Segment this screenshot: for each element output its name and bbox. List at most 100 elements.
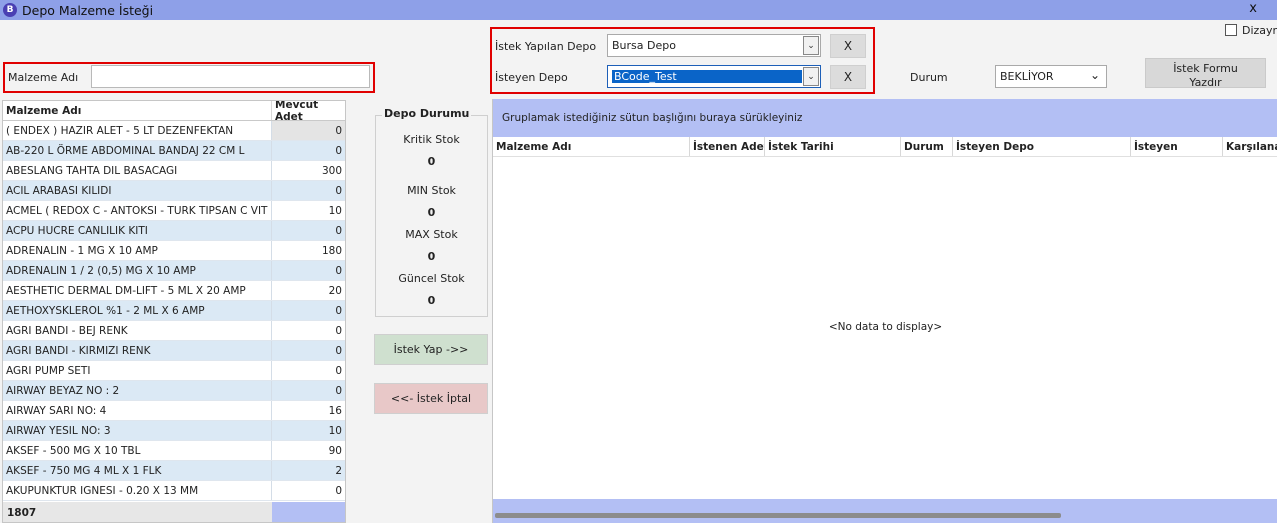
mevcut-adet-cell: 0 (335, 484, 342, 497)
table-row[interactable]: AGRI BANDI - BEJ RENK 0 (3, 321, 345, 341)
column-header-isteyen[interactable]: İsteyen (1131, 137, 1223, 156)
istek-iptal-button[interactable]: <<- İstek İptal (374, 383, 488, 414)
malzeme-grid-footer: 1807 (3, 502, 345, 522)
malzeme-search-input[interactable] (91, 65, 370, 88)
column-header-malzeme-adi[interactable]: Malzeme Adı (493, 137, 690, 156)
chevron-down-icon[interactable]: ⌄ (1090, 68, 1100, 82)
table-row[interactable]: AIRWAY YESIL NO: 3 10 (3, 421, 345, 441)
table-row[interactable]: ( ENDEX ) HAZIR ALET - 5 LT DEZENFEKTAN 0 (3, 121, 345, 141)
dizayn-label: Dizayn (1242, 24, 1277, 37)
table-row[interactable]: AIRWAY SARI NO: 4 16 (3, 401, 345, 421)
table-row[interactable]: AB-220 L ÖRME ABDOMINAL BANDAJ 22 CM L 0 (3, 141, 345, 161)
malzeme-grid-body: ( ENDEX ) HAZIR ALET - 5 LT DEZENFEKTAN 0… (3, 121, 345, 501)
malzeme-name-cell: AKSEF - 750 MG 4 ML X 1 FLK (3, 461, 272, 480)
malzeme-name-cell: AESTHETIC DERMAL DM-LIFT - 5 ML X 20 AMP (3, 281, 272, 300)
column-header-karsilanan[interactable]: Karşılanan (1223, 137, 1277, 156)
mevcut-adet-cell: 2 (335, 464, 342, 477)
table-row[interactable]: AGRI PUMP SETI 0 (3, 361, 345, 381)
clear-istek-yapilan-button[interactable]: X (830, 34, 866, 58)
istek-grid-header: Malzeme Adı İstenen Adet İstek Tarihi Du… (493, 137, 1277, 157)
min-stok-label: MIN Stok (407, 184, 456, 197)
malzeme-name-cell: ADRENALIN - 1 MG X 10 AMP (3, 241, 272, 260)
mevcut-adet-cell: 90 (328, 444, 342, 457)
column-header-isteyen-depo[interactable]: İsteyen Depo (953, 137, 1131, 156)
table-row[interactable]: AGRI BANDI - KIRMIZI RENK 0 (3, 341, 345, 361)
mevcut-adet-cell: 0 (335, 184, 342, 197)
istek-yap-button[interactable]: İstek Yap ->> (374, 334, 488, 365)
column-header-mevcut-adet[interactable]: Mevcut Adet (272, 101, 345, 123)
mevcut-adet-cell: 0 (335, 224, 342, 237)
column-header-durum[interactable]: Durum (901, 137, 953, 156)
max-stok-value: 0 (427, 250, 436, 263)
mevcut-adet-cell: 0 (335, 364, 342, 377)
title-bar: B Depo Malzeme İsteği x (0, 0, 1277, 20)
horizontal-scrollbar[interactable] (495, 513, 1061, 518)
mevcut-adet-cell: 0 (335, 264, 342, 277)
mevcut-adet-cell: 0 (335, 384, 342, 397)
istek-formu-yazdir-button[interactable]: İstek Formu Yazdır (1145, 58, 1266, 89)
malzeme-name-cell: AGRI BANDI - BEJ RENK (3, 321, 272, 340)
isteyen-depo-label: İsteyen Depo (495, 71, 568, 84)
table-row[interactable]: ACIL ARABASI KILIDI 0 (3, 181, 345, 201)
footer-summary-cell (272, 502, 345, 522)
table-row[interactable]: AKUPUNKTUR IGNESI - 0.20 X 13 MM 0 (3, 481, 345, 501)
table-row[interactable]: ABESLANG TAHTA DIL BASACAGI 300 (3, 161, 345, 181)
table-row[interactable]: ADRENALIN 1 / 2 (0,5) MG X 10 AMP 0 (3, 261, 345, 281)
istek-yapilan-depo-select[interactable]: Bursa Depo ⌄ (607, 34, 821, 57)
column-header-malzeme-adi[interactable]: Malzeme Adı (3, 101, 272, 120)
min-stok-value: 0 (427, 206, 436, 219)
durum-label: Durum (910, 71, 948, 84)
malzeme-name-cell: ABESLANG TAHTA DIL BASACAGI (3, 161, 272, 180)
print-button-line2: Yazdır (1189, 76, 1222, 89)
mevcut-adet-cell: 180 (321, 244, 342, 257)
istek-yapilan-depo-value: Bursa Depo (612, 39, 676, 52)
mevcut-adet-cell: 10 (328, 204, 342, 217)
malzeme-name-cell: AB-220 L ÖRME ABDOMINAL BANDAJ 22 CM L (3, 141, 272, 160)
no-data-message: <No data to display> (828, 321, 943, 333)
print-button-line1: İstek Formu (1173, 62, 1238, 75)
guncel-stok-label: Güncel Stok (398, 272, 465, 285)
mevcut-adet-cell: 0 (335, 344, 342, 357)
istek-yapilan-depo-label: İstek Yapılan Depo (495, 40, 597, 53)
malzeme-name-cell: AKUPUNKTUR IGNESI - 0.20 X 13 MM (3, 481, 272, 500)
malzeme-name-cell: AIRWAY BEYAZ NO : 2 (3, 381, 272, 400)
mevcut-adet-cell: 20 (328, 284, 342, 297)
istek-grid: Gruplamak istediğiniz sütun başlığını bu… (492, 99, 1277, 523)
kritik-stok-value: 0 (427, 155, 436, 168)
table-row[interactable]: ACPU HUCRE CANLILIK KITI 0 (3, 221, 345, 241)
malzeme-name-cell: AGRI BANDI - KIRMIZI RENK (3, 341, 272, 360)
chevron-down-icon[interactable]: ⌄ (803, 67, 819, 86)
malzeme-name-cell: AIRWAY YESIL NO: 3 (3, 421, 272, 440)
table-row[interactable]: AKSEF - 500 MG X 10 TBL 90 (3, 441, 345, 461)
table-row[interactable]: ADRENALIN - 1 MG X 10 AMP 180 (3, 241, 345, 261)
group-by-panel[interactable]: Gruplamak istediğiniz sütun başlığını bu… (493, 99, 1277, 137)
table-row[interactable]: ACMEL ( REDOX C - ANTOKSI - TURK TIPSAN … (3, 201, 345, 221)
clear-isteyen-button[interactable]: X (830, 65, 866, 89)
isteyen-depo-select[interactable]: BCode_Test ⌄ (607, 65, 821, 88)
malzeme-label: Malzeme Adı (8, 71, 79, 84)
mevcut-adet-cell: 16 (328, 404, 342, 417)
mevcut-adet-cell: 0 (335, 304, 342, 317)
malzeme-name-cell: ACMEL ( REDOX C - ANTOKSI - TURK TIPSAN … (3, 201, 272, 220)
column-header-istek-tarihi[interactable]: İstek Tarihi (765, 137, 901, 156)
malzeme-grid-header: Malzeme Adı Mevcut Adet (3, 101, 345, 123)
close-icon[interactable]: x (1249, 1, 1257, 16)
total-count: 1807 (3, 502, 272, 522)
durum-select[interactable]: BEKLİYOR ⌄ (995, 65, 1107, 88)
mevcut-adet-cell: 0 (335, 144, 342, 157)
max-stok-label: MAX Stok (405, 228, 458, 241)
table-row[interactable]: AKSEF - 750 MG 4 ML X 1 FLK 2 (3, 461, 345, 481)
istek-grid-footer (493, 499, 1277, 523)
malzeme-name-cell: ( ENDEX ) HAZIR ALET - 5 LT DEZENFEKTAN (3, 121, 272, 140)
column-header-istenen-adet[interactable]: İstenen Adet (690, 137, 765, 156)
window-title: Depo Malzeme İsteği (22, 2, 154, 18)
malzeme-name-cell: AIRWAY SARI NO: 4 (3, 401, 272, 420)
dizayn-checkbox[interactable] (1225, 24, 1237, 36)
table-row[interactable]: AESTHETIC DERMAL DM-LIFT - 5 ML X 20 AMP… (3, 281, 345, 301)
malzeme-name-cell: ACIL ARABASI KILIDI (3, 181, 272, 200)
table-row[interactable]: AIRWAY BEYAZ NO : 2 0 (3, 381, 345, 401)
malzeme-name-cell: AKSEF - 500 MG X 10 TBL (3, 441, 272, 460)
chevron-down-icon[interactable]: ⌄ (803, 36, 819, 55)
table-row[interactable]: AETHOXYSKLEROL %1 - 2 ML X 6 AMP 0 (3, 301, 345, 321)
mevcut-adet-cell: 0 (272, 121, 345, 140)
